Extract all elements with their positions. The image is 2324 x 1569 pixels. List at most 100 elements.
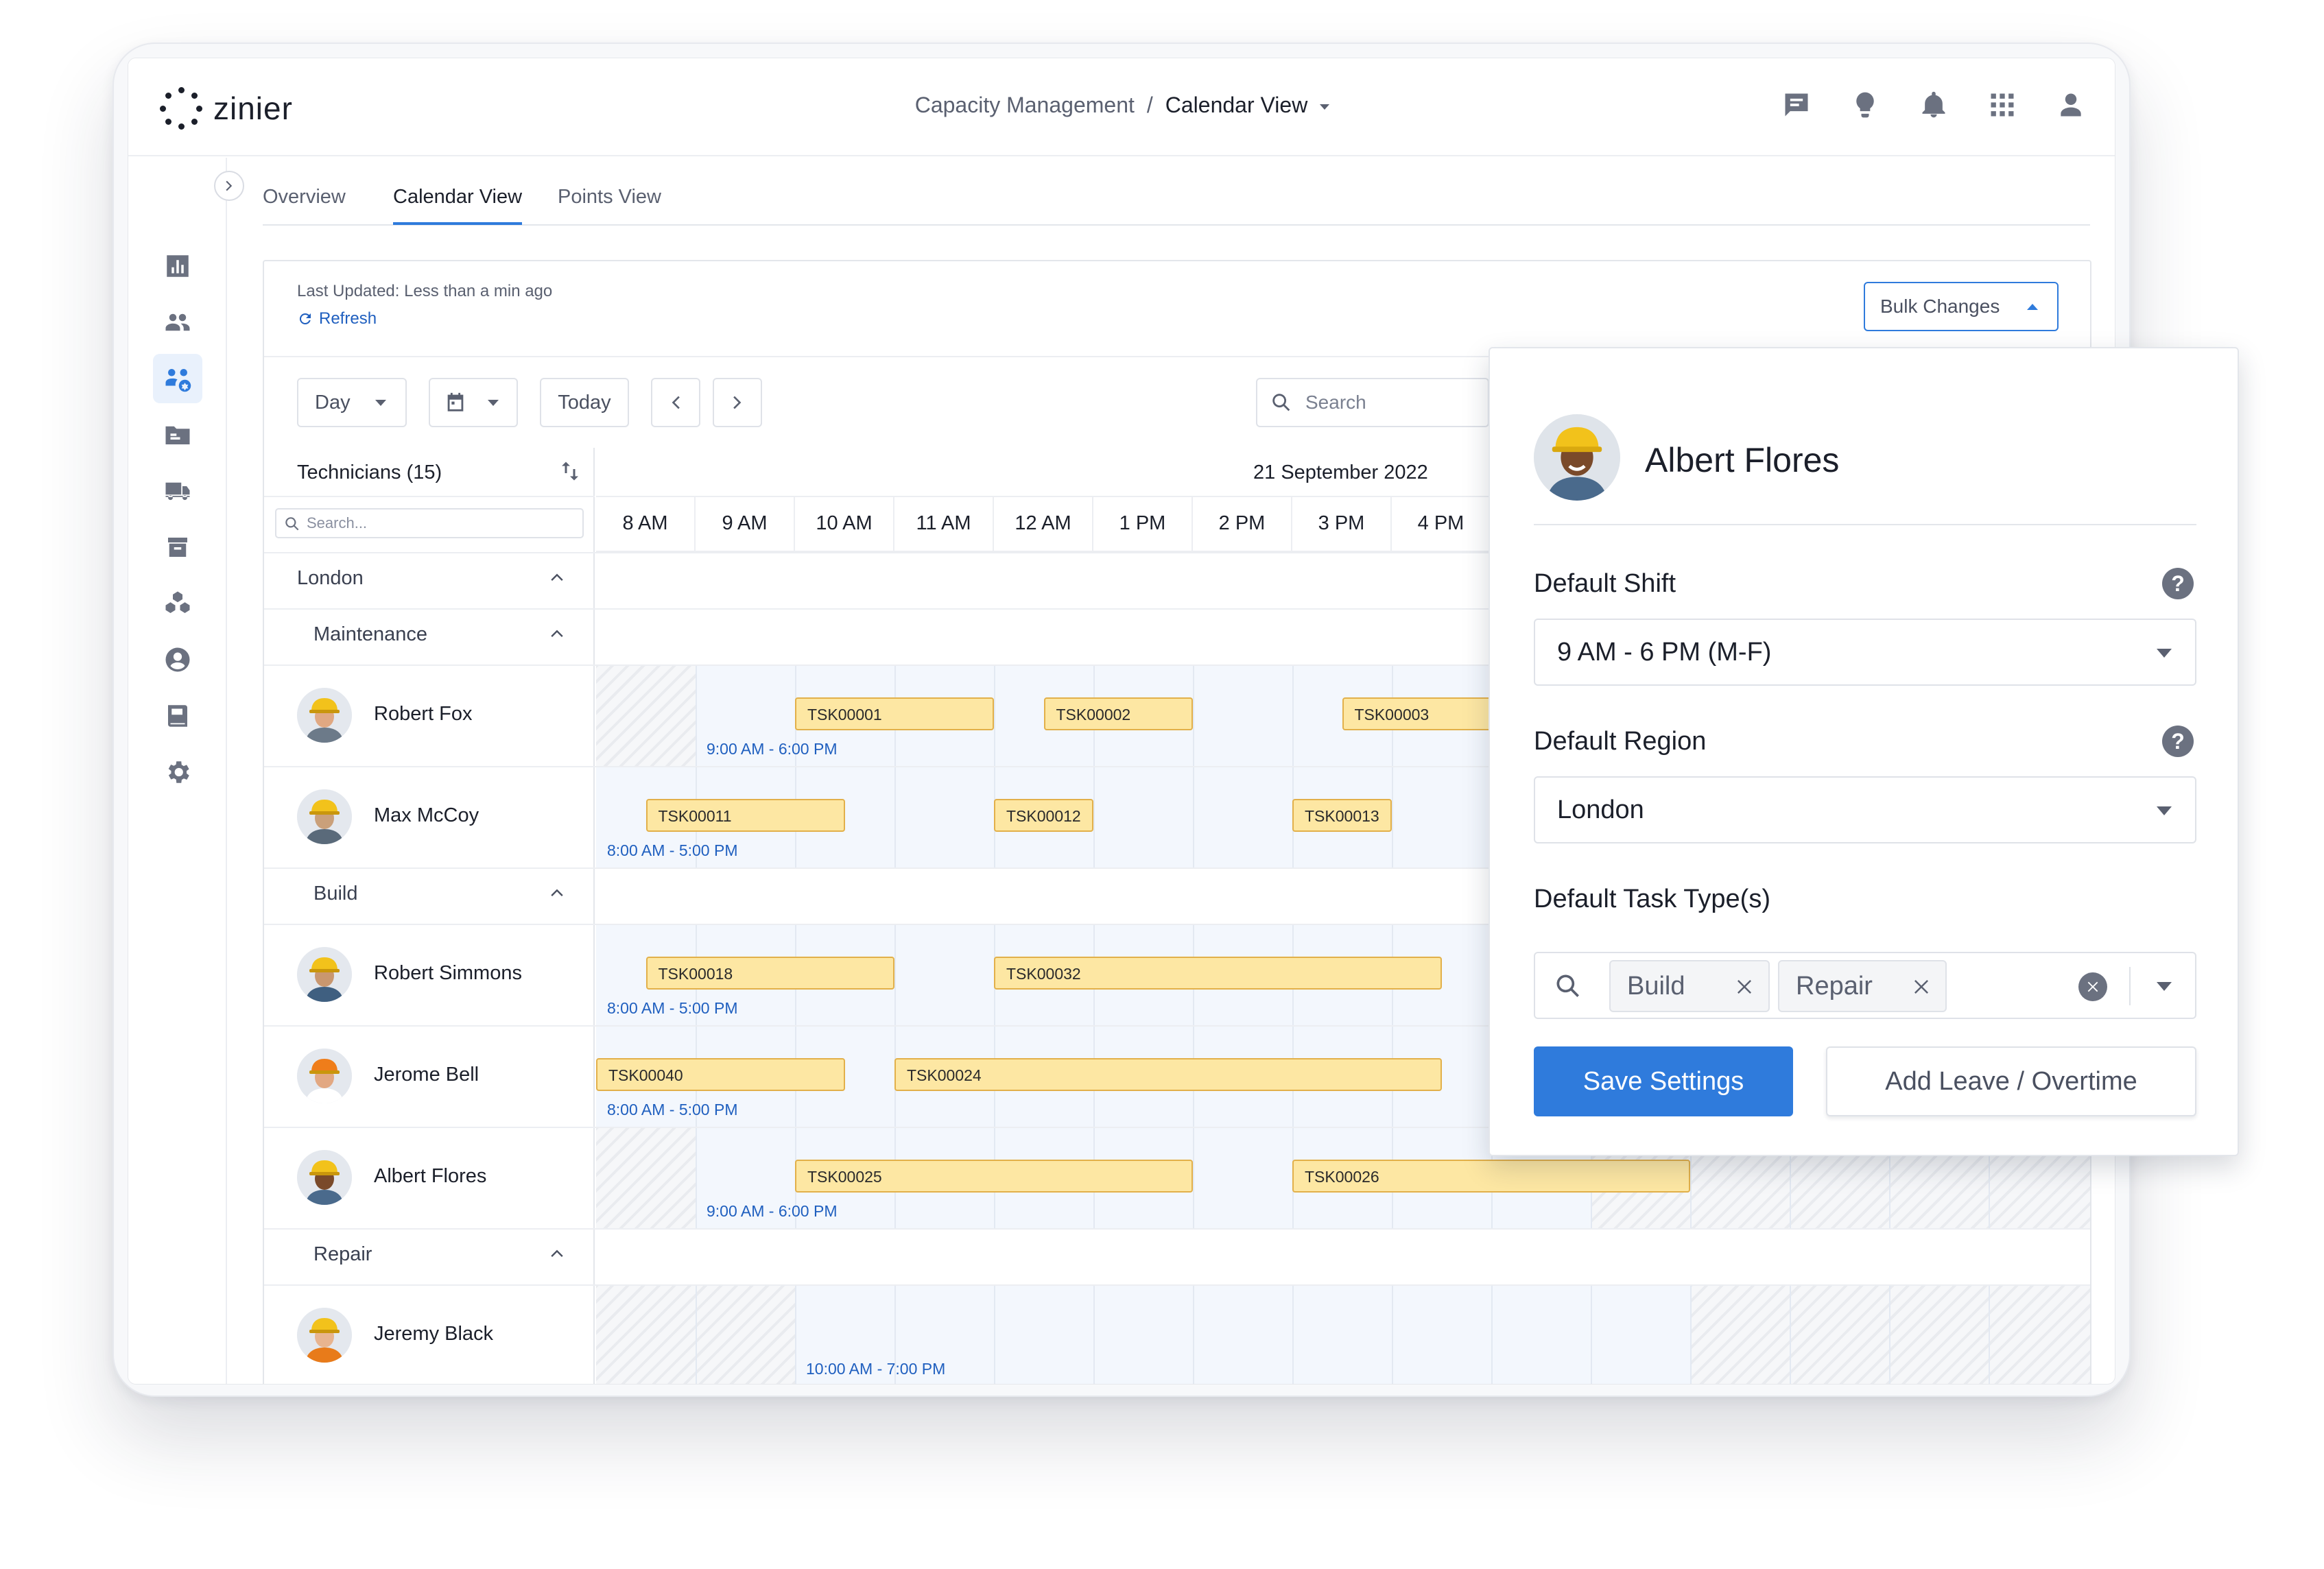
header-icons (1781, 90, 2086, 120)
hour-label: 1 PM (1093, 497, 1193, 552)
boxes-icon[interactable] (153, 579, 202, 628)
task-block[interactable]: TSK00003 (1342, 697, 1491, 730)
chevron-down-icon[interactable] (1320, 104, 1330, 110)
default-region-select[interactable]: London (1534, 776, 2196, 843)
chevron-up-icon[interactable] (548, 1245, 566, 1262)
book-icon[interactable] (153, 691, 202, 741)
chevron-up-icon[interactable] (548, 568, 566, 586)
breadcrumb-parent[interactable]: Capacity Management (915, 93, 1135, 117)
apps-grid-icon[interactable] (1987, 90, 2017, 120)
hour-gridline (1292, 664, 1294, 766)
help-icon[interactable]: ? (2162, 568, 2194, 599)
bulk-changes-label: Bulk Changes (1880, 296, 2000, 317)
technician-name: Robert Fox (374, 703, 473, 725)
task-block[interactable]: TSK00018 (645, 957, 894, 990)
hour-label: 3 PM (1292, 497, 1392, 552)
shift-hours-label: 10:00 AM - 7:00 PM (806, 1360, 946, 1378)
task-block[interactable]: TSK00025 (795, 1160, 1193, 1193)
chat-icon[interactable] (1781, 90, 1812, 120)
user-icon[interactable] (2056, 90, 2086, 120)
lightbulb-icon[interactable] (1850, 90, 1880, 120)
hour-gridline (1491, 1284, 1493, 1384)
chevron-right-icon (226, 180, 233, 191)
task-type-chip-repair[interactable]: Repair (1778, 960, 1947, 1012)
default-task-types-label: Default Task Type(s) (1534, 885, 1770, 913)
avatar (297, 789, 352, 844)
expand-nav-button[interactable] (214, 171, 244, 201)
previous-day-button[interactable] (651, 378, 700, 427)
technician-row[interactable]: Albert Flores (264, 1127, 595, 1228)
task-block[interactable]: TSK00032 (994, 957, 1442, 990)
truck-icon[interactable] (153, 466, 202, 516)
date-picker-button[interactable] (429, 378, 518, 427)
gear-icon[interactable] (153, 747, 202, 797)
technician-row[interactable]: Robert Fox (264, 664, 595, 766)
hour-gridline (1889, 1284, 1890, 1384)
group-label: Maintenance (313, 623, 428, 645)
search-icon (1556, 974, 1579, 997)
technician-settings-popup: Albert Flores Default Shift ? 9 AM - 6 P… (1489, 347, 2239, 1156)
sort-icon[interactable] (558, 459, 582, 483)
left-nav (128, 158, 227, 1384)
default-task-types-select[interactable]: Build Repair (1534, 952, 2196, 1019)
hour-gridline (1193, 1127, 1194, 1228)
today-button[interactable]: Today (540, 378, 629, 427)
hour-label: 4 PM (1392, 497, 1491, 552)
technician-row[interactable]: Max McCoy (264, 766, 595, 867)
breadcrumb-separator: / (1146, 93, 1153, 117)
chip-label: Repair (1796, 971, 1873, 1001)
task-block[interactable]: TSK00011 (645, 799, 845, 832)
account-icon[interactable] (153, 635, 202, 684)
refresh-link[interactable]: Refresh (297, 309, 377, 328)
add-leave-overtime-button[interactable]: Add Leave / Overtime (1826, 1046, 2196, 1116)
chevron-down-icon (375, 400, 386, 406)
close-icon[interactable] (1911, 977, 1932, 997)
save-settings-button[interactable]: Save Settings (1534, 1046, 1793, 1116)
bulk-changes-button[interactable]: Bulk Changes (1864, 282, 2059, 331)
tab-overview[interactable]: Overview (263, 186, 346, 222)
inventory-icon[interactable] (153, 523, 202, 572)
team-settings-icon[interactable] (153, 354, 202, 403)
next-day-button[interactable] (713, 378, 762, 427)
hour-gridline (1392, 1284, 1393, 1384)
help-icon[interactable]: ? (2162, 726, 2194, 757)
search-input[interactable]: Search (1256, 378, 1489, 427)
task-block[interactable]: TSK00012 (994, 799, 1093, 832)
bell-icon[interactable] (1919, 90, 1949, 120)
hour-label: 12 AM (994, 497, 1093, 552)
task-block[interactable]: TSK00024 (894, 1058, 1442, 1091)
clear-all-icon[interactable] (2078, 972, 2107, 1001)
task-block[interactable]: TSK00026 (1292, 1160, 1690, 1193)
refresh-icon (299, 313, 311, 324)
tab-points-view[interactable]: Points View (558, 186, 661, 222)
task-block[interactable]: TSK00013 (1292, 799, 1392, 832)
calendar-date: 21 September 2022 (1253, 462, 1428, 483)
technician-search-input[interactable]: Search... (275, 508, 584, 538)
chevron-up-icon[interactable] (548, 884, 566, 902)
default-shift-select[interactable]: 9 AM - 6 PM (M-F) (1534, 619, 2196, 686)
task-block[interactable]: TSK00002 (1043, 697, 1193, 730)
task-type-chip-build[interactable]: Build (1609, 960, 1770, 1012)
tab-calendar-view[interactable]: Calendar View (393, 186, 523, 225)
hour-gridline (1392, 766, 1393, 867)
task-block[interactable]: TSK00040 (596, 1058, 845, 1091)
chart-icon[interactable] (153, 241, 202, 291)
chevron-up-icon[interactable] (548, 625, 566, 643)
technician-row[interactable]: Jeremy Black (264, 1284, 595, 1384)
technician-row[interactable]: Jerome Bell (264, 1025, 595, 1127)
chevron-down-icon[interactable] (2157, 982, 2172, 991)
folder-icon[interactable] (153, 410, 202, 459)
chevron-down-icon (488, 400, 499, 406)
hour-gridline (795, 1284, 796, 1384)
view-mode-select[interactable]: Day (297, 378, 407, 427)
breadcrumb-current[interactable]: Calendar View (1165, 93, 1308, 117)
hour-gridline (894, 766, 896, 867)
task-block[interactable]: TSK00001 (795, 697, 994, 730)
people-icon[interactable] (153, 298, 202, 347)
shift-hours-label: 8:00 AM - 5:00 PM (607, 1101, 738, 1118)
avatar (297, 1049, 352, 1103)
hour-gridline (1193, 664, 1194, 766)
technician-row[interactable]: Robert Simmons (264, 924, 595, 1025)
close-icon[interactable] (1734, 977, 1755, 997)
view-tabs: Overview Calendar View Points View (263, 186, 2090, 226)
